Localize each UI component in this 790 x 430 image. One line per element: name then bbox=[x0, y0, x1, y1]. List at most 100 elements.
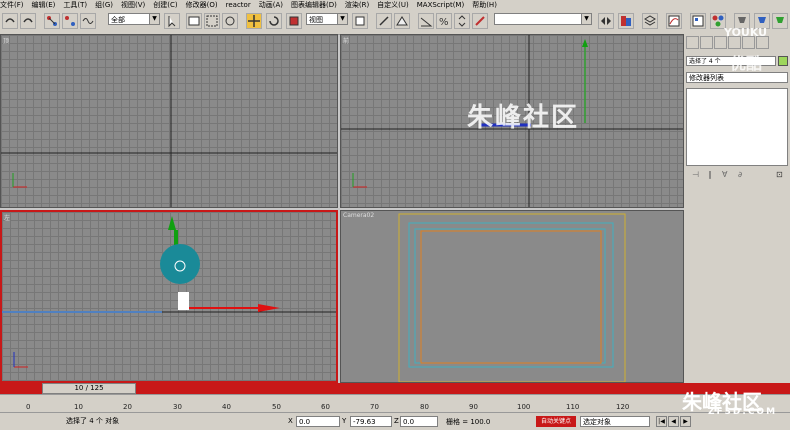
key-filter-dropdown[interactable]: 选定对象 bbox=[580, 416, 650, 427]
bind-spacewarp-icon[interactable] bbox=[80, 13, 96, 29]
show-end-result-icon[interactable]: ∥ bbox=[708, 170, 712, 179]
tick-label: 10 bbox=[74, 403, 83, 411]
tick-label: 70 bbox=[370, 403, 379, 411]
chevron-down-icon: ▼ bbox=[149, 14, 159, 24]
tick-label: 90 bbox=[469, 403, 478, 411]
go-to-start-icon[interactable]: |◀ bbox=[656, 416, 667, 427]
menu-graph-editors[interactable]: 图表编辑器(D) bbox=[291, 0, 337, 10]
stack-buttons: ⊣ ∥ ∀ ∂ ⊡ bbox=[686, 170, 788, 182]
schematic-view-icon[interactable] bbox=[690, 13, 706, 29]
viewport-left-overlay bbox=[2, 216, 336, 368]
edit-named-selection-icon[interactable] bbox=[472, 13, 488, 29]
menu-reactor[interactable]: reactor bbox=[226, 1, 251, 9]
x-coordinate-field[interactable]: 0.0 bbox=[296, 416, 340, 427]
modifier-list-label: 修改器列表 bbox=[689, 74, 724, 82]
time-slider[interactable]: 10 / 125 bbox=[42, 383, 136, 394]
viewport-camera-overlay bbox=[398, 213, 626, 382]
youku-watermark: YOUKU bbox=[724, 26, 768, 39]
y-label: Y bbox=[342, 417, 347, 425]
reference-coord-value: 视图 bbox=[309, 16, 323, 24]
auto-key-button[interactable]: 自动关键点 bbox=[536, 416, 576, 427]
viewport-left[interactable]: 左 bbox=[0, 210, 338, 383]
move-icon[interactable] bbox=[246, 13, 262, 29]
link-icon[interactable] bbox=[44, 13, 60, 29]
status-bar: 选择了 4 个 对象 X 0.0 Y -79.63 Z 0.0 栅格 = 100… bbox=[0, 412, 790, 430]
rotate-icon[interactable] bbox=[266, 13, 282, 29]
y-coordinate-field[interactable]: -79.63 bbox=[350, 416, 392, 427]
tick-label: 60 bbox=[321, 403, 330, 411]
viewport-top[interactable]: 顶 bbox=[0, 34, 338, 208]
selection-filter-value: 全部 bbox=[111, 16, 125, 24]
viewport-camera[interactable]: Camera02 bbox=[340, 210, 684, 383]
tick-label: 110 bbox=[566, 403, 580, 411]
x-label: X bbox=[288, 417, 293, 425]
object-color-swatch[interactable] bbox=[778, 56, 788, 66]
selection-status: 选择了 4 个 对象 bbox=[64, 416, 254, 427]
track-bar[interactable]: 0 10 20 30 40 50 60 70 80 90 100 110 120 bbox=[0, 394, 790, 413]
tick-label: 120 bbox=[616, 403, 630, 411]
menu-animation[interactable]: 动画(A) bbox=[259, 0, 283, 10]
mirror-icon[interactable] bbox=[598, 13, 614, 29]
angle-snap-icon[interactable] bbox=[418, 13, 434, 29]
layer-manager-icon[interactable] bbox=[642, 13, 658, 29]
render-last-icon[interactable] bbox=[772, 13, 788, 29]
modifier-stack[interactable] bbox=[686, 88, 788, 166]
select-by-name-icon[interactable] bbox=[186, 13, 202, 29]
undo-icon[interactable] bbox=[2, 13, 18, 29]
menu-tools[interactable]: 工具(T) bbox=[63, 0, 87, 10]
window-crossing-icon[interactable] bbox=[222, 13, 238, 29]
grid-size: 栅格 = 100.0 bbox=[446, 418, 491, 426]
modify-tab-icon[interactable] bbox=[700, 36, 713, 49]
align-icon[interactable] bbox=[618, 13, 634, 29]
menu-group[interactable]: 组(G) bbox=[95, 0, 113, 10]
main-toolbar: 全部 ▼ 视图 ▼ % ▼ bbox=[0, 10, 790, 35]
play-icon[interactable]: ▶ bbox=[680, 416, 691, 427]
chevron-down-icon: ▼ bbox=[337, 14, 347, 24]
menu-file[interactable]: 文件(F) bbox=[0, 0, 24, 10]
pivot-center-icon[interactable] bbox=[352, 13, 368, 29]
tick-label: 20 bbox=[123, 403, 132, 411]
tick-label: 0 bbox=[26, 403, 31, 411]
viewport-front[interactable]: 前 朱峰社区 bbox=[340, 34, 684, 208]
menu-modifiers[interactable]: 修改器(O) bbox=[186, 0, 218, 10]
rect-selection-icon[interactable] bbox=[204, 13, 220, 29]
configure-modifiers-icon[interactable]: ⊡ bbox=[776, 170, 783, 179]
snap-toggle-icon[interactable] bbox=[394, 13, 410, 29]
chevron-down-icon: ▼ bbox=[581, 14, 591, 24]
svg-text:%: % bbox=[439, 17, 449, 28]
tick-label: 50 bbox=[272, 403, 281, 411]
selection-filter-dropdown[interactable]: 全部 ▼ bbox=[108, 13, 160, 25]
scale-icon[interactable] bbox=[286, 13, 302, 29]
curve-editor-icon[interactable] bbox=[666, 13, 682, 29]
create-tab-icon[interactable] bbox=[686, 36, 699, 49]
tick-label: 30 bbox=[173, 403, 182, 411]
menu-bar: 文件(F) 编辑(E) 工具(T) 组(G) 视图(V) 创建(C) 修改器(O… bbox=[0, 0, 790, 10]
menu-edit[interactable]: 编辑(E) bbox=[32, 0, 56, 10]
youku-cn-watermark: 优酷 bbox=[730, 54, 763, 73]
redo-icon[interactable] bbox=[20, 13, 36, 29]
spinner-snap-icon[interactable] bbox=[454, 13, 470, 29]
select-manipulate-icon[interactable] bbox=[376, 13, 392, 29]
z-coordinate-field[interactable]: 0.0 bbox=[400, 416, 438, 427]
remove-modifier-icon[interactable]: ∂ bbox=[738, 170, 742, 179]
select-object-icon[interactable] bbox=[164, 13, 180, 29]
tick-label: 100 bbox=[517, 403, 531, 411]
menu-views[interactable]: 视图(V) bbox=[121, 0, 145, 10]
reference-coord-dropdown[interactable]: 视图 ▼ bbox=[306, 13, 348, 25]
menu-rendering[interactable]: 渲染(R) bbox=[345, 0, 369, 10]
previous-frame-icon[interactable]: ◀ bbox=[668, 416, 679, 427]
tick-label: 80 bbox=[420, 403, 429, 411]
menu-help[interactable]: 帮助(H) bbox=[472, 0, 497, 10]
brand-url-watermark: ZF3D.COM bbox=[708, 407, 778, 417]
menu-customize[interactable]: 自定义(U) bbox=[377, 0, 409, 10]
percent-snap-icon[interactable]: % bbox=[436, 13, 452, 29]
command-panel: 选择了 4 个 修改器列表 ⊣ ∥ ∀ ∂ ⊡ bbox=[684, 34, 790, 384]
make-unique-icon[interactable]: ∀ bbox=[722, 170, 727, 179]
named-selection-dropdown[interactable]: ▼ bbox=[494, 13, 592, 25]
unlink-icon[interactable] bbox=[62, 13, 78, 29]
viewport-top-overlay bbox=[1, 35, 337, 207]
menu-create[interactable]: 创建(C) bbox=[153, 0, 177, 10]
pin-stack-icon[interactable]: ⊣ bbox=[692, 170, 699, 179]
menu-maxscript[interactable]: MAXScript(M) bbox=[417, 1, 464, 9]
tick-label: 40 bbox=[222, 403, 231, 411]
